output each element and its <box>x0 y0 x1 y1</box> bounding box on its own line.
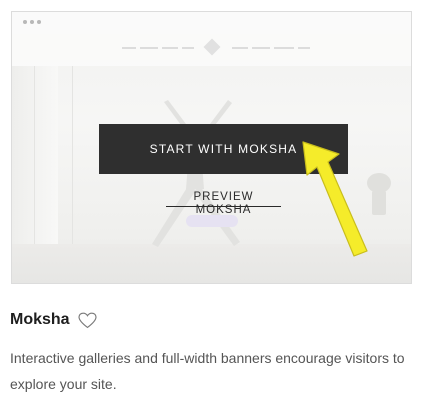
heart-outline-icon[interactable] <box>77 312 97 329</box>
window-dots <box>23 20 41 24</box>
plant-image <box>367 173 391 215</box>
start-with-template-button[interactable]: START WITH MOKSHA <box>99 124 348 174</box>
site-nav <box>12 34 411 66</box>
preview-template-link[interactable]: PREVIEW MOKSHA <box>166 191 281 216</box>
template-card: START WITH MOKSHA PREVIEW MOKSHA Moksha … <box>0 0 422 404</box>
template-title: Moksha <box>10 311 70 328</box>
template-preview[interactable]: START WITH MOKSHA PREVIEW MOKSHA <box>11 11 412 284</box>
template-title-row: Moksha <box>10 311 97 329</box>
yoga-figure-image <box>152 100 240 247</box>
site-logo-icon <box>203 38 221 56</box>
browser-bar <box>12 12 411 35</box>
template-description: Interactive galleries and full-width ban… <box>10 350 405 392</box>
